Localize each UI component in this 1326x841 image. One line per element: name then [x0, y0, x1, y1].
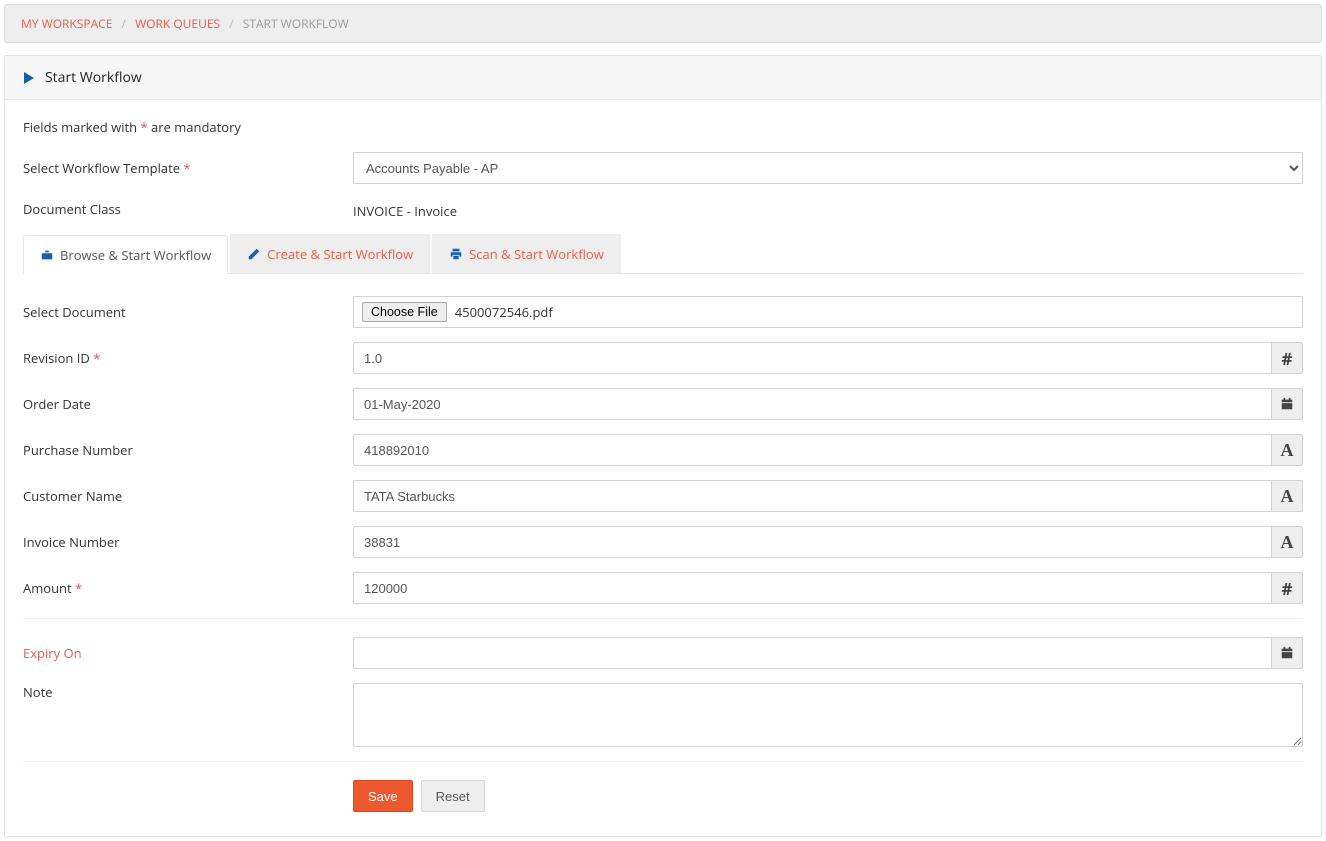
file-name: 4500072546.pdf — [455, 303, 553, 321]
breadcrumb-work-queues[interactable]: WORK QUEUES — [135, 15, 220, 32]
reset-button[interactable]: Reset — [421, 780, 485, 812]
text-type-icon: A — [1271, 480, 1303, 512]
note-textarea[interactable] — [353, 683, 1303, 747]
label-invoice-number: Invoice Number — [23, 533, 353, 551]
tab-browse-start[interactable]: Browse & Start Workflow — [23, 235, 228, 274]
hash-icon: # — [1271, 572, 1303, 604]
breadcrumb-my-workspace[interactable]: MY WORKSPACE — [21, 15, 112, 32]
revision-id-input[interactable] — [353, 342, 1271, 374]
edit-icon — [247, 247, 261, 261]
customer-name-input[interactable] — [353, 480, 1271, 512]
invoice-number-input[interactable] — [353, 526, 1271, 558]
order-date-input[interactable] — [353, 388, 1271, 420]
breadcrumb-current: START WORKFLOW — [243, 15, 349, 32]
tabs: Browse & Start Workflow Create & Start W… — [23, 234, 1303, 274]
label-amount: Amount * — [23, 579, 353, 597]
file-picker[interactable]: Choose File 4500072546.pdf — [353, 296, 1303, 328]
panel-title: Start Workflow — [45, 68, 142, 87]
briefcase-icon — [40, 248, 54, 262]
document-class-value: INVOICE - Invoice — [353, 198, 457, 220]
purchase-number-input[interactable] — [353, 434, 1271, 466]
text-type-icon: A — [1271, 434, 1303, 466]
choose-file-button[interactable]: Choose File — [362, 302, 447, 322]
amount-input[interactable] — [353, 572, 1271, 604]
hash-icon: # — [1271, 342, 1303, 374]
panel-header: Start Workflow — [5, 56, 1321, 100]
calendar-icon[interactable] — [1271, 637, 1303, 669]
label-customer-name: Customer Name — [23, 487, 353, 505]
breadcrumb: MY WORKSPACE / WORK QUEUES / START WORKF… — [4, 4, 1322, 43]
label-select-document: Select Document — [23, 303, 353, 321]
start-workflow-panel: Start Workflow Fields marked with * are … — [4, 55, 1322, 837]
tab-create-start[interactable]: Create & Start Workflow — [230, 234, 430, 273]
mandatory-note: Fields marked with * are mandatory — [23, 118, 1303, 136]
label-purchase-number: Purchase Number — [23, 441, 353, 459]
label-expiry-on: Expiry On — [23, 644, 353, 662]
form-actions: Save Reset — [353, 780, 1303, 812]
print-icon — [449, 247, 463, 261]
save-button[interactable]: Save — [353, 780, 413, 812]
play-icon — [21, 70, 37, 86]
separator-icon: / — [122, 15, 126, 32]
text-type-icon: A — [1271, 526, 1303, 558]
calendar-icon[interactable] — [1271, 388, 1303, 420]
expiry-on-input[interactable] — [353, 637, 1271, 669]
divider — [23, 761, 1303, 762]
label-revision-id: Revision ID * — [23, 349, 353, 367]
label-workflow-template: Select Workflow Template * — [23, 159, 353, 177]
label-note: Note — [23, 683, 353, 701]
tab-scan-start[interactable]: Scan & Start Workflow — [432, 234, 621, 273]
label-document-class: Document Class — [23, 200, 353, 218]
workflow-template-select[interactable]: Accounts Payable - AP — [353, 152, 1303, 184]
label-order-date: Order Date — [23, 395, 353, 413]
separator-icon: / — [229, 15, 233, 32]
divider — [23, 618, 1303, 619]
